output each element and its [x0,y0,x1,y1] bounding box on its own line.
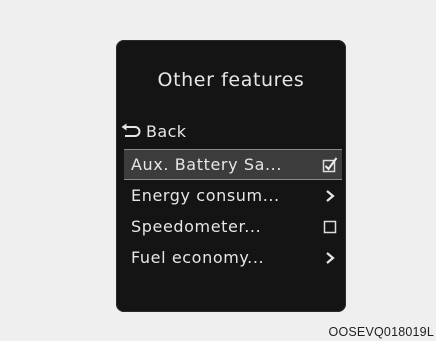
menu-item-aux-battery-saver[interactable]: Aux. Battery Sa... [124,149,342,180]
return-arrow-icon [120,122,142,140]
menu-item-label: Fuel economy... [131,248,265,267]
cluster-display: Other features Back Aux. Battery Sa... E… [116,40,346,312]
menu-item-label: Speedometer... [131,217,262,236]
back-label: Back [146,121,187,141]
checkbox-checked-icon[interactable] [322,156,338,173]
menu-item-fuel-economy[interactable]: Fuel economy... [124,242,342,273]
menu-item-label: Aux. Battery Sa... [131,155,283,174]
chevron-right-icon [322,250,338,266]
back-button[interactable]: Back [120,120,186,142]
checkbox-empty-icon[interactable] [322,219,338,235]
menu-item-label: Energy consum... [131,186,280,205]
menu-item-speedometer[interactable]: Speedometer... [124,211,342,242]
menu-item-energy-consumption[interactable]: Energy consum... [124,180,342,211]
figure-frame: Other features Back Aux. Battery Sa... E… [0,0,436,341]
menu-title: Other features [157,69,305,91]
chevron-right-icon [322,188,338,204]
menu-list: Aux. Battery Sa... Energy consum... Spee… [124,149,342,273]
figure-code: OOSEVQ018019L [328,325,434,339]
